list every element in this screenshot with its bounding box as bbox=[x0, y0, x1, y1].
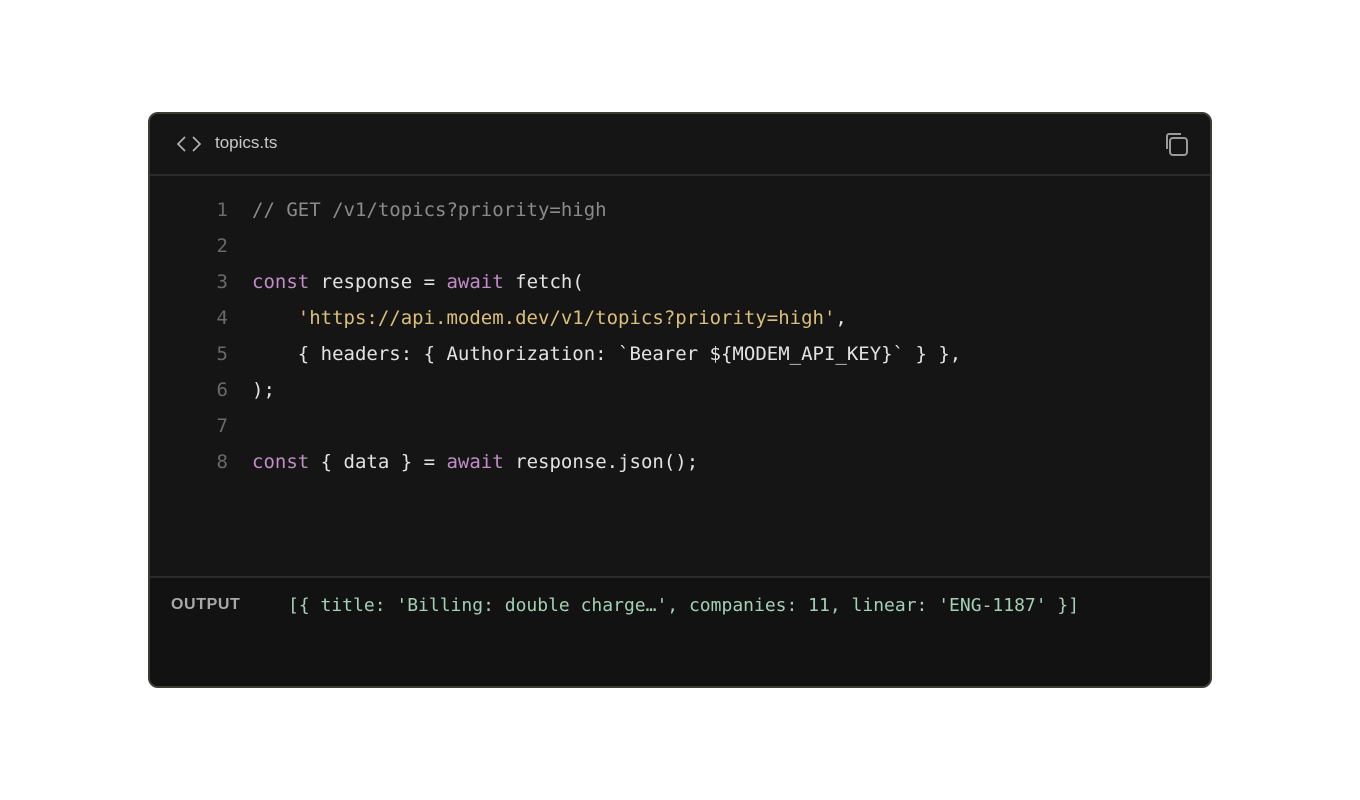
line-number: 2 bbox=[216, 235, 228, 257]
code-line: 3 const response = await fetch( bbox=[150, 264, 1210, 300]
line-number: 5 bbox=[216, 343, 228, 365]
code-token-plain: response = bbox=[309, 271, 447, 293]
code-token-plain: fetch( bbox=[503, 271, 584, 293]
line-number: 1 bbox=[216, 199, 228, 221]
code-token-kw: await bbox=[446, 451, 504, 473]
line-number: 4 bbox=[216, 307, 228, 329]
code-line: 7 bbox=[150, 408, 1210, 444]
file-name: topics.ts bbox=[215, 133, 278, 152]
code-token-kw: const bbox=[252, 271, 310, 293]
line-number: 8 bbox=[216, 451, 228, 473]
line-content: { headers: { Authorization: `Bearer ${MO… bbox=[252, 336, 961, 372]
code-token-plain: ); bbox=[252, 379, 275, 401]
copy-icon bbox=[1166, 133, 1188, 156]
code-line: 8 const { data } = await response.json(); bbox=[150, 444, 1210, 480]
code-token-kw: await bbox=[446, 271, 504, 293]
code-token-plain: { headers: { Authorization: `Bearer ${MO… bbox=[252, 343, 962, 365]
code-snippet-panel: topics.ts 1 // GET /v1/topics?priority=hi… bbox=[148, 112, 1212, 688]
code-panel-header: topics.ts bbox=[150, 114, 1210, 176]
line-content: // GET /v1/topics?priority=high bbox=[252, 192, 607, 228]
line-content: 'https://api.modem.dev/v1/topics?priorit… bbox=[252, 300, 847, 336]
code-token-plain: { data } = bbox=[309, 451, 447, 473]
output-value: [{ title: 'Billing: double charge…', com… bbox=[288, 595, 1080, 616]
code-token-str: 'https://api.modem.dev/v1/topics?priorit… bbox=[297, 307, 836, 329]
line-content: const response = await fetch( bbox=[252, 264, 584, 300]
code-line: 4 'https://api.modem.dev/v1/topics?prior… bbox=[150, 300, 1210, 336]
line-content: ); bbox=[252, 372, 275, 408]
line-number: 7 bbox=[216, 415, 228, 437]
line-content: const { data } = await response.json(); bbox=[252, 444, 698, 480]
output-panel: OUTPUT [{ title: 'Billing: double charge… bbox=[150, 576, 1210, 686]
copy-button[interactable] bbox=[1162, 130, 1190, 158]
code-token-kw: const bbox=[252, 451, 310, 473]
code-line: 5 { headers: { Authorization: `Bearer ${… bbox=[150, 336, 1210, 372]
code-line: 6); bbox=[150, 372, 1210, 408]
code-brackets-icon bbox=[176, 136, 202, 152]
line-number: 3 bbox=[216, 271, 228, 293]
output-label: OUTPUT bbox=[171, 596, 241, 613]
code-token-plain: , bbox=[835, 307, 847, 329]
code-token-comment: // GET /v1/topics?priority=high bbox=[252, 199, 607, 221]
code-token-plain: response.json(); bbox=[503, 451, 699, 473]
code-editor: 1 // GET /v1/topics?priority=high 2 3 const … bbox=[150, 192, 1210, 480]
code-line: 2 bbox=[150, 228, 1210, 264]
line-number: 6 bbox=[216, 379, 228, 401]
code-line: 1 // GET /v1/topics?priority=high bbox=[150, 192, 1210, 228]
